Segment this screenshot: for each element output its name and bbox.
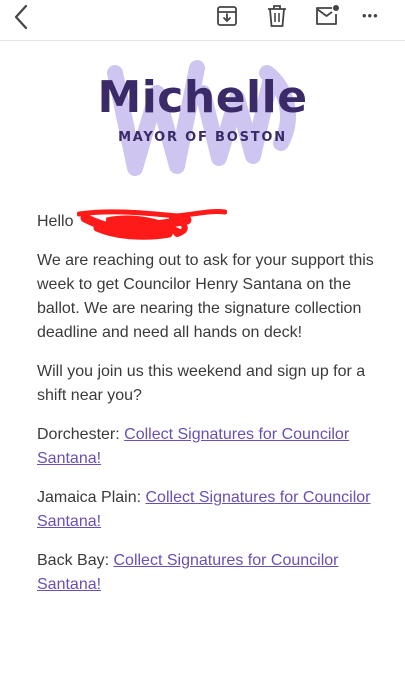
location-label: Back Bay: xyxy=(37,552,110,569)
more-icon[interactable]: ••• xyxy=(362,3,388,29)
greeting: Hello xyxy=(37,209,382,240)
delete-icon[interactable] xyxy=(264,3,290,29)
email-body: Hello We are reaching out to ask for you… xyxy=(37,209,382,612)
location-item: Jamaica Plain: Collect Signatures for Co… xyxy=(37,486,382,534)
redaction-scribble xyxy=(77,209,227,240)
logo-name: Michelle xyxy=(97,72,308,123)
greeting-text: Hello xyxy=(37,213,74,230)
back-icon[interactable] xyxy=(8,2,36,32)
location-item: Back Bay: Collect Signatures for Council… xyxy=(37,549,382,597)
location-item: Dorchester: Collect Signatures for Counc… xyxy=(37,423,382,471)
location-label: Jamaica Plain: xyxy=(37,489,142,506)
archive-icon[interactable] xyxy=(214,3,240,29)
mark-unread-icon[interactable] xyxy=(314,3,340,29)
message-paragraph: We are reaching out to ask for your supp… xyxy=(37,252,374,341)
email-toolbar: ••• xyxy=(0,0,405,41)
email-header-logo: Michelle MAYOR OF BOSTON xyxy=(0,40,405,190)
location-label: Dorchester: xyxy=(37,426,120,443)
message-paragraph: Will you join us this weekend and sign u… xyxy=(37,363,366,404)
logo-subtitle: MAYOR OF BOSTON xyxy=(118,130,287,145)
